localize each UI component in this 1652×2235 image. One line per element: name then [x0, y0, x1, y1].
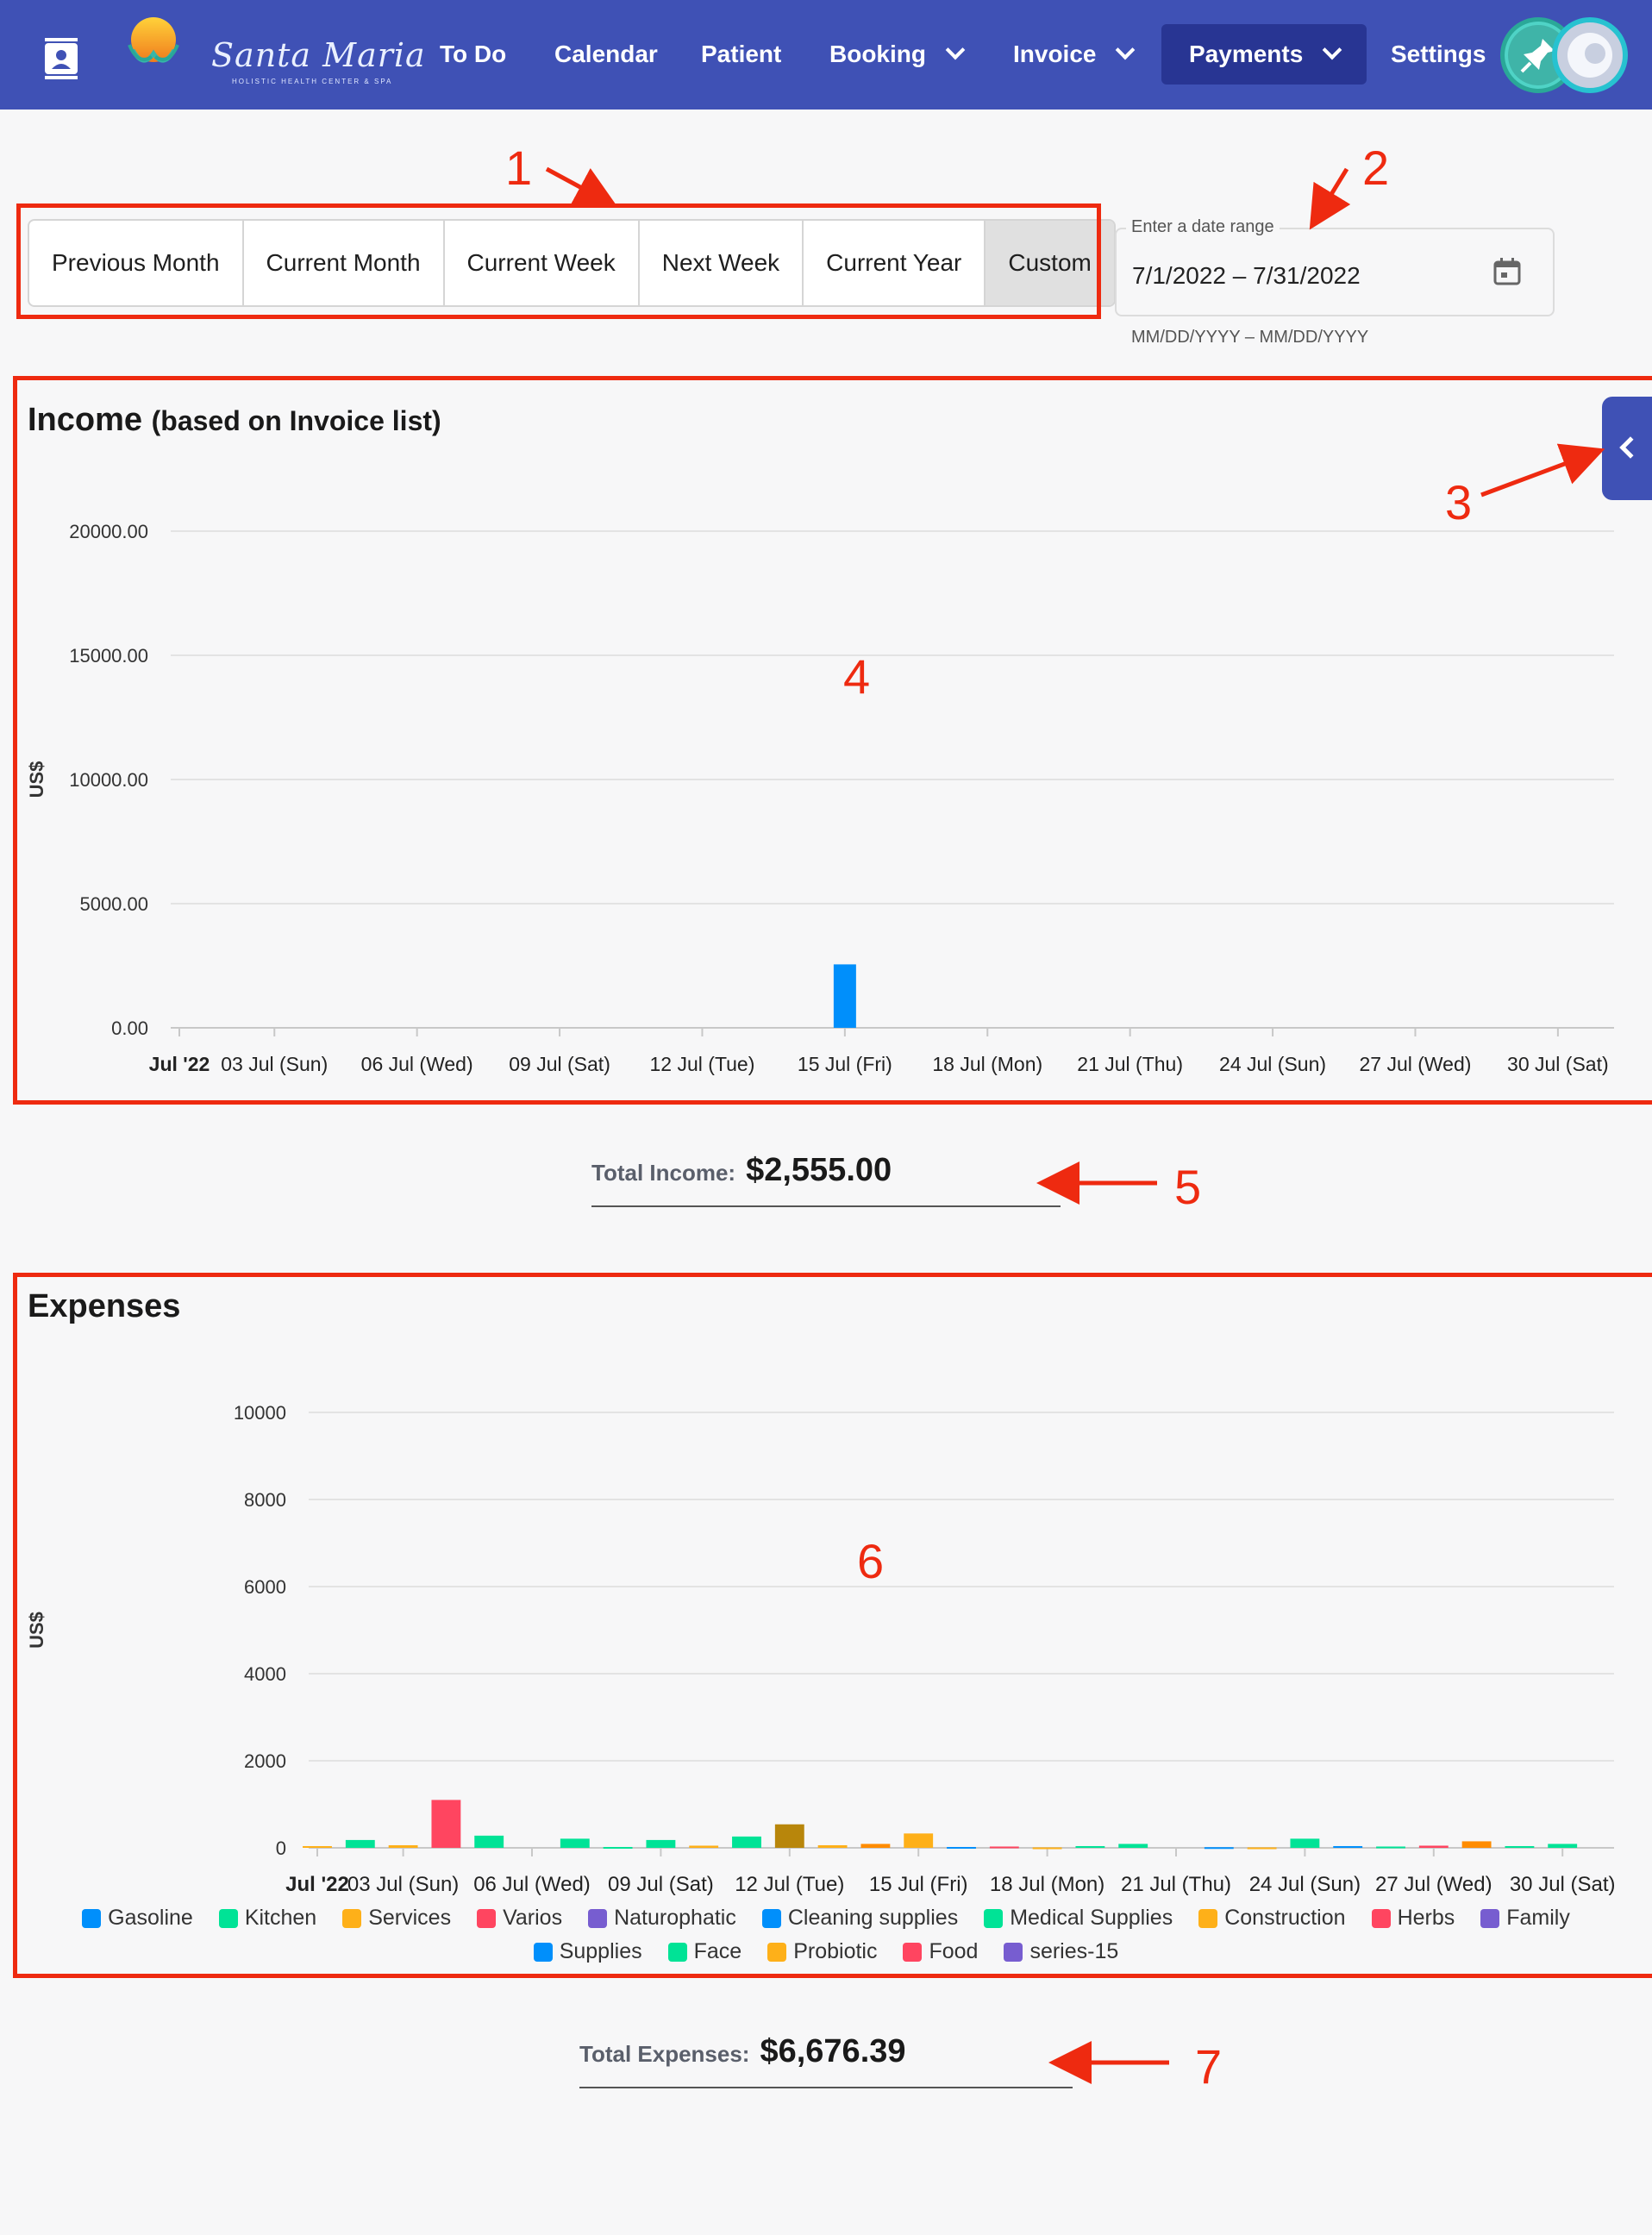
total-expenses: Total Expenses: $6,676.39: [579, 2033, 1073, 2088]
chevron-down-icon: [945, 40, 966, 60]
annotation-box-income: [13, 376, 1652, 1105]
user-avatar-icon: [1568, 33, 1612, 78]
nav-item-label: To Do: [440, 41, 507, 67]
annotation-box-range-buttons: [16, 203, 1101, 319]
total-expenses-label: Total Expenses:: [579, 2041, 750, 2067]
nav-item-label: Patient: [701, 41, 782, 67]
total-income-label: Total Income:: [591, 1160, 736, 1186]
annotation-2: 2: [1362, 141, 1390, 195]
date-range-hint: MM/DD/YYYY – MM/DD/YYYY: [1131, 328, 1369, 347]
total-income-value: $2,555.00: [746, 1152, 892, 1188]
annotation-6: 6: [857, 1534, 885, 1588]
annotation-5: 5: [1174, 1160, 1202, 1214]
brand-logo[interactable]: Santa Maria HOLISTIC HEALTH CENTER & SPA: [110, 12, 425, 98]
chevron-down-icon: [1322, 40, 1342, 60]
user-avatar[interactable]: [1552, 17, 1628, 93]
nav-item-label: Invoice: [1013, 41, 1097, 67]
nav-item-booking[interactable]: Booking: [829, 24, 966, 85]
nav-item-invoice[interactable]: Invoice: [1013, 24, 1136, 85]
calendar-icon[interactable]: [1492, 257, 1522, 286]
chevron-down-icon: [1116, 40, 1136, 60]
annotation-arrow-2: [1309, 167, 1351, 230]
date-range-field[interactable]: 7/1/2022 – 7/31/2022: [1115, 228, 1555, 316]
nav-item-label: Payments: [1189, 41, 1304, 67]
nav-item-label: Calendar: [554, 41, 658, 67]
brand-name: Santa Maria: [211, 36, 426, 74]
nav-item-label: Settings: [1391, 41, 1486, 67]
annotation-box-expenses: [13, 1273, 1652, 1978]
annotation-4: 4: [843, 649, 871, 704]
date-range-label: Enter a date range: [1126, 217, 1280, 237]
total-expenses-value: $6,676.39: [760, 2033, 906, 2069]
brand-tagline: HOLISTIC HEALTH CENTER & SPA: [232, 78, 393, 85]
total-income: Total Income: $2,555.00: [591, 1152, 1061, 1207]
annotation-arrow-1: [545, 166, 618, 208]
nav-item-todo[interactable]: To Do: [440, 24, 506, 85]
contacts-icon[interactable]: [43, 38, 79, 79]
nav-item-label: Booking: [829, 41, 926, 67]
annotation-3: 3: [1445, 475, 1473, 529]
nav-item-patient[interactable]: Patient: [701, 24, 781, 85]
nav-item-calendar[interactable]: Calendar: [554, 24, 658, 85]
sun-hands-icon: [128, 17, 179, 63]
annotation-1: 1: [505, 141, 533, 195]
nav-item-payments[interactable]: Payments: [1161, 24, 1367, 85]
nav-item-settings[interactable]: Settings: [1391, 24, 1486, 85]
date-range-input[interactable]: 7/1/2022 – 7/31/2022: [1132, 262, 1361, 290]
annotation-7: 7: [1195, 2039, 1223, 2094]
top-navbar: Santa Maria HOLISTIC HEALTH CENTER & SPA…: [0, 0, 1652, 110]
